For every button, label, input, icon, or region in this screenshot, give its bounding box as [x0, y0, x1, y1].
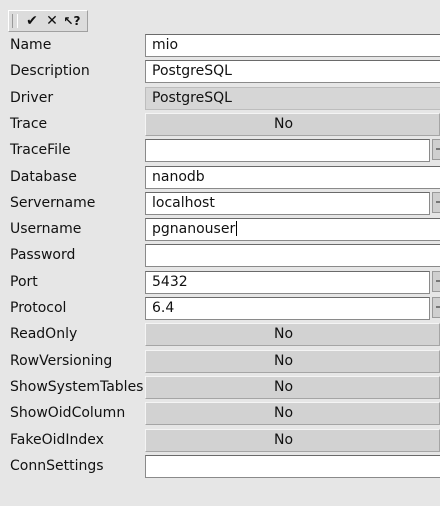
field-label-password: Password — [10, 247, 76, 264]
field-label-connsettings: ConnSettings — [10, 457, 104, 474]
field-row-showsystemtables: ShowSystemTables No — [0, 375, 440, 401]
field-label-showoidcolumn: ShowOidColumn — [10, 405, 126, 422]
field-label-fakeoidindex: FakeOidIndex — [10, 431, 104, 448]
close-icon[interactable]: ✕ — [42, 12, 62, 30]
field-browse-button-servername[interactable] — [432, 191, 440, 213]
field-row-port: Port 5432 — [0, 270, 440, 296]
field-label-name: Name — [10, 37, 52, 53]
field-row-protocol: Protocol 6.4 — [0, 296, 440, 322]
field-row-trace: Trace No — [0, 112, 440, 138]
field-row-driver: Driver PostgreSQL — [0, 86, 440, 112]
field-input-username[interactable]: pgnanouser — [145, 218, 440, 242]
field-label-protocol: Protocol — [10, 300, 67, 316]
field-input-password[interactable] — [145, 244, 440, 268]
field-browse-button-port[interactable] — [432, 270, 440, 292]
ok-icon[interactable]: ✔ — [22, 12, 42, 30]
field-row-fakeoidindex: FakeOidIndex No — [0, 428, 440, 454]
field-row-password: Password — [0, 243, 440, 269]
field-row-rowversioning: RowVersioning No — [0, 349, 440, 375]
field-row-connsettings: ConnSettings — [0, 454, 440, 480]
field-row-showoidcolumn: ShowOidColumn No — [0, 401, 440, 427]
field-input-port[interactable]: 5432 — [145, 270, 430, 294]
field-label-description: Description — [10, 63, 90, 80]
field-input-description[interactable]: PostgreSQL — [145, 60, 440, 84]
field-label-readonly: ReadOnly — [10, 326, 78, 343]
field-select-trace[interactable]: No — [145, 112, 440, 136]
field-label-driver: Driver — [10, 89, 54, 106]
field-row-servername: Servername localhost — [0, 191, 440, 217]
toolbar: ✔ ✕ ↖? — [8, 10, 88, 32]
field-label-trace: Trace — [10, 115, 48, 132]
field-label-tracefile: TraceFile — [10, 142, 71, 159]
field-input-servername[interactable]: localhost — [145, 191, 430, 215]
field-input-database[interactable]: nanodb — [145, 165, 440, 189]
help-icon[interactable]: ↖? — [62, 12, 82, 30]
toolbar-grip[interactable] — [12, 14, 18, 28]
field-browse-button-protocol[interactable] — [432, 297, 440, 318]
field-label-rowversioning: RowVersioning — [10, 352, 113, 369]
field-input-connsettings[interactable] — [145, 454, 440, 478]
field-select-readonly[interactable]: No — [145, 323, 440, 347]
field-label-showsystemtables: ShowSystemTables — [10, 378, 144, 395]
field-select-fakeoidindex[interactable]: No — [145, 428, 440, 452]
field-value-driver: PostgreSQL — [145, 86, 440, 110]
field-label-username: Username — [10, 221, 82, 238]
field-label-port: Port — [10, 273, 38, 290]
field-input-name[interactable]: mio — [145, 34, 440, 57]
field-row-description: Description PostgreSQL — [0, 59, 440, 85]
field-label-database: Database — [10, 168, 77, 185]
field-row-tracefile: TraceFile — [0, 138, 440, 164]
field-row-name: Name mio — [0, 33, 440, 59]
field-row-database: Database nanodb — [0, 165, 440, 191]
field-select-showoidcolumn[interactable]: No — [145, 402, 440, 426]
field-label-servername: Servername — [10, 194, 96, 211]
field-row-readonly: ReadOnly No — [0, 322, 440, 348]
field-browse-button-tracefile[interactable] — [432, 139, 440, 161]
field-input-tracefile[interactable] — [145, 139, 430, 163]
field-select-showsystemtables[interactable]: No — [145, 375, 440, 399]
field-row-username: Username pgnanouser — [0, 217, 440, 243]
field-select-rowversioning[interactable]: No — [145, 349, 440, 373]
field-input-protocol[interactable]: 6.4 — [145, 297, 430, 320]
